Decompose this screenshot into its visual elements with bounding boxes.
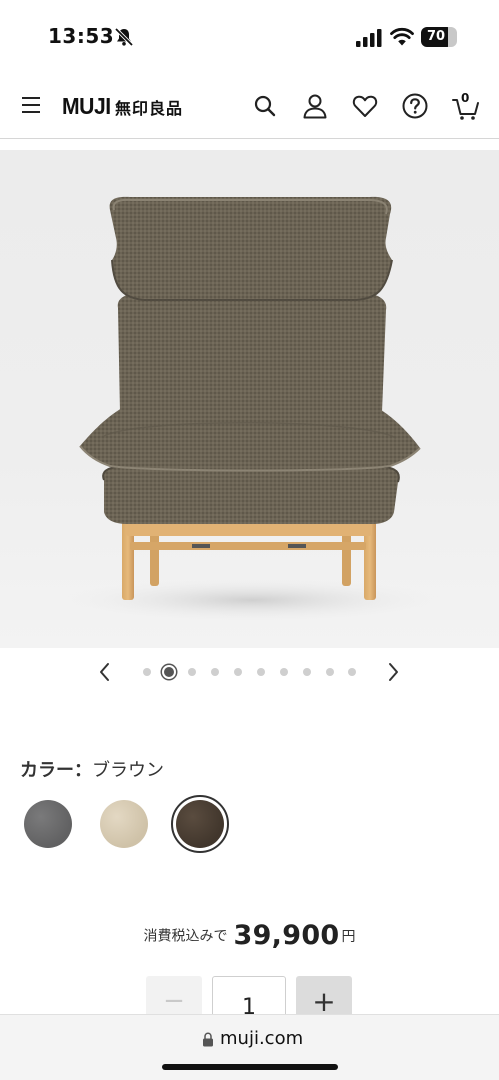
carousel-dot[interactable] — [280, 668, 288, 676]
site-header: MUJI 無印良品 0 — [0, 72, 499, 139]
carousel-dot[interactable] — [143, 668, 151, 676]
battery-indicator: 70 — [421, 27, 457, 47]
color-label: カラー：ブラウン — [20, 756, 164, 782]
carousel-dot-active[interactable] — [162, 665, 176, 679]
carousel-dot[interactable] — [211, 668, 219, 676]
bell-muted-icon — [114, 27, 134, 47]
carousel-dot[interactable] — [326, 668, 334, 676]
battery-level: 70 — [426, 29, 446, 44]
price-row: 消費税込みで 39,900 円 — [0, 920, 499, 960]
color-swatch-beige[interactable] — [100, 800, 148, 848]
price-prefix: 消費税込みで — [143, 928, 228, 945]
home-indicator[interactable] — [162, 1064, 338, 1070]
carousel-dot[interactable] — [234, 668, 242, 676]
cart-button[interactable]: 0 — [452, 91, 480, 121]
selected-color-name: ブラウン — [92, 760, 164, 781]
url-text: muji.com — [220, 1028, 304, 1049]
heart-icon[interactable] — [352, 93, 378, 119]
status-time: 13:53 — [48, 24, 115, 48]
price-unit: 円 — [341, 928, 356, 945]
minus-icon: − — [163, 986, 185, 1016]
carousel-dot[interactable] — [348, 668, 356, 676]
sofa-chair-illustration — [62, 196, 442, 622]
search-icon[interactable] — [252, 93, 278, 119]
signal-icon — [356, 29, 382, 47]
muji-logo[interactable]: MUJI 無印良品 — [62, 93, 183, 119]
carousel-next-icon[interactable] — [386, 660, 402, 684]
logo-text-en: MUJI — [62, 93, 111, 119]
cart-count: 0 — [461, 91, 470, 105]
carousel-dot[interactable] — [303, 668, 311, 676]
wifi-icon — [390, 27, 414, 46]
status-bar: 13:53 70 — [0, 0, 499, 72]
browser-url-bar[interactable]: muji.com — [0, 1014, 499, 1080]
carousel-prev-icon[interactable] — [96, 660, 112, 684]
product-image[interactable] — [0, 150, 499, 648]
color-label-title: カラー： — [20, 760, 92, 781]
account-icon[interactable] — [302, 93, 328, 119]
battery-tip — [454, 33, 457, 41]
carousel-dot[interactable] — [257, 668, 265, 676]
color-swatch-brown[interactable] — [176, 800, 224, 848]
carousel-dots — [140, 664, 360, 680]
carousel-dot[interactable] — [188, 668, 196, 676]
menu-icon[interactable] — [22, 97, 42, 114]
logo-text-jp: 無印良品 — [114, 99, 183, 118]
price-value: 39,900 — [233, 920, 340, 951]
lock-icon — [203, 1032, 213, 1047]
color-swatch-gray[interactable] — [24, 800, 72, 848]
help-icon[interactable] — [402, 93, 428, 119]
